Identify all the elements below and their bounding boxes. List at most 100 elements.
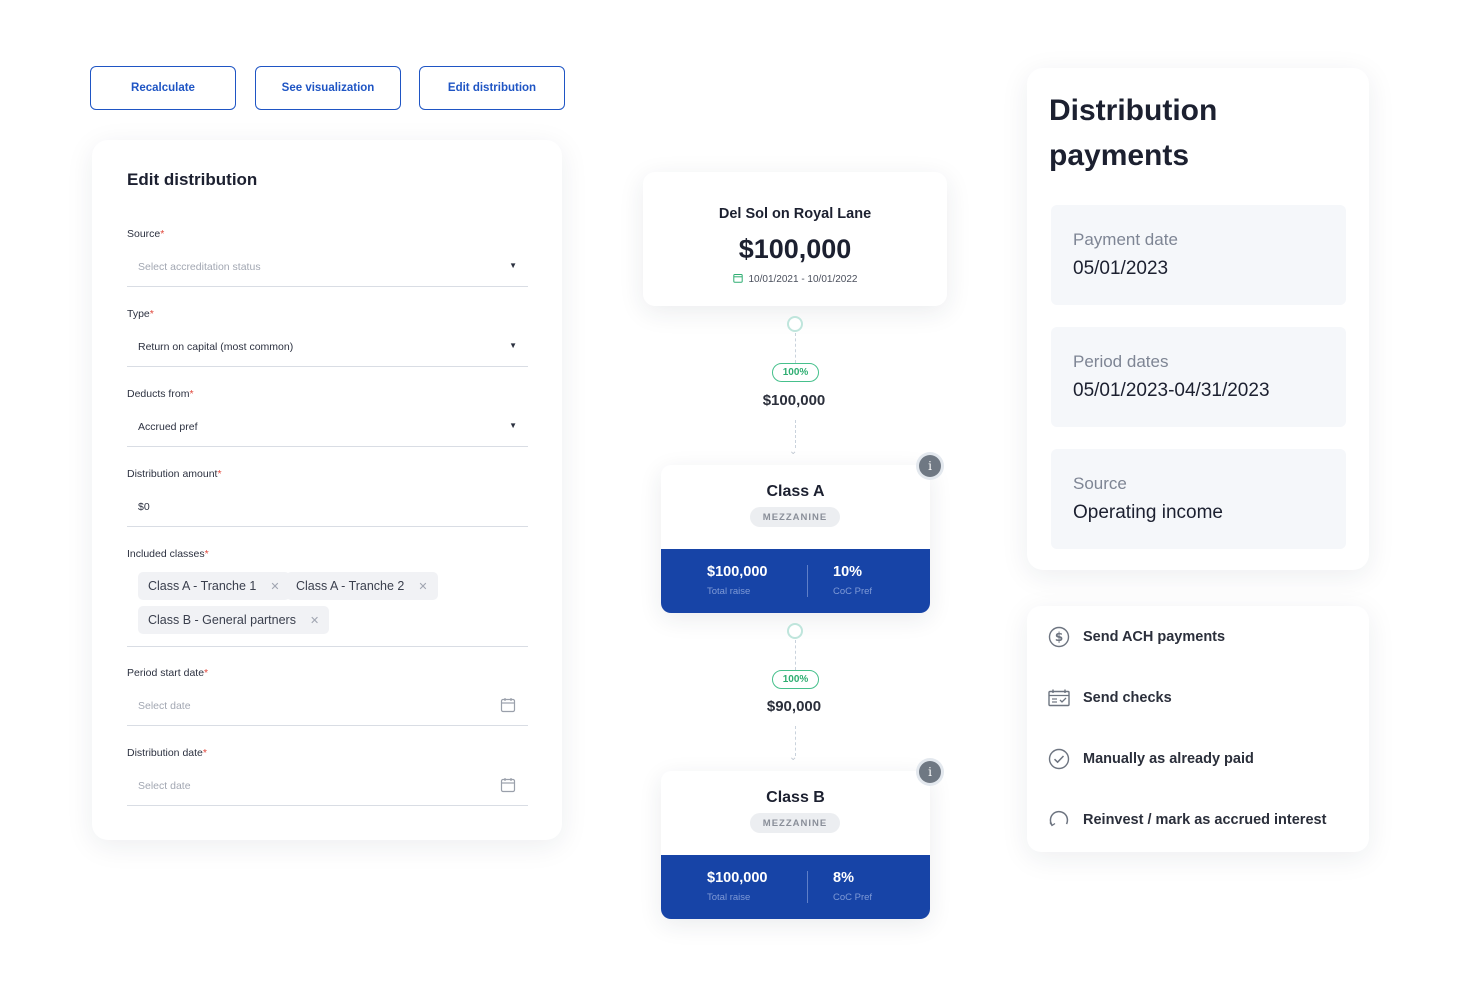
- source-label: Source*: [127, 228, 165, 240]
- action-label: Manually as already paid: [1083, 751, 1254, 767]
- source-box: Source Operating income: [1051, 449, 1346, 549]
- class-chip: Class A - Tranche 2 ✕: [286, 572, 438, 600]
- coc-pref-value: 10%: [833, 564, 863, 580]
- distribution-amount-input[interactable]: $0: [127, 487, 528, 527]
- payment-actions-card: $ Send ACH payments Send checks Manually…: [1027, 606, 1369, 852]
- calendar-icon[interactable]: [500, 697, 516, 718]
- bar-divider: [807, 871, 808, 903]
- reinvest-option[interactable]: Reinvest / mark as accrued interest: [1047, 805, 1357, 835]
- action-label: Send checks: [1083, 690, 1172, 706]
- class-summary-bar: $100,000 Total raise 8% CoC Pref: [661, 855, 930, 919]
- total-raise-label: Total raise: [707, 586, 751, 597]
- coc-pref-label: CoC Pref: [833, 892, 873, 903]
- deal-amount: $100,000: [738, 234, 852, 264]
- class-tag: MEZZANINE: [750, 813, 840, 833]
- distribution-date-placeholder: Select date: [138, 780, 191, 792]
- source-label: Source: [1073, 474, 1127, 493]
- payment-date-box: Payment date 05/01/2023: [1051, 205, 1346, 305]
- flow-connector-line: [795, 333, 796, 363]
- payment-date-label: Payment date: [1073, 230, 1178, 249]
- period-start-date-input[interactable]: Select date: [127, 686, 528, 726]
- flow-node-circle: [787, 623, 803, 639]
- percent-badge: 100%: [772, 670, 819, 689]
- calendar-icon[interactable]: [500, 777, 516, 798]
- class-a-card[interactable]: Class A MEZZANINE $100,000 Total raise 1…: [661, 465, 930, 613]
- percent-badge: 100%: [772, 363, 819, 382]
- deal-card: Del Sol on Royal Lane $100,000 10/01/202…: [643, 172, 947, 306]
- source-select[interactable]: Select accreditation status ▼: [127, 247, 528, 287]
- calendar-icon: [732, 273, 743, 286]
- see-visualization-button[interactable]: See visualization: [255, 66, 401, 110]
- arrow-down-icon: ⌄: [789, 446, 798, 457]
- coc-pref-value: 8%: [833, 870, 854, 886]
- check-circle-icon: [1047, 748, 1070, 771]
- coc-pref-label: CoC Pref: [833, 586, 873, 597]
- type-value: Return on capital (most common): [138, 341, 294, 353]
- class-name: Class B: [766, 789, 825, 806]
- send-checks-option[interactable]: Send checks: [1047, 683, 1357, 713]
- distribution-date-label: Distribution date*: [127, 747, 207, 759]
- source-placeholder: Select accreditation status: [138, 261, 261, 273]
- svg-text:$: $: [1054, 630, 1062, 644]
- action-label: Reinvest / mark as accrued interest: [1083, 812, 1327, 828]
- dollar-circle-icon: $: [1047, 626, 1070, 649]
- action-label: Send ACH payments: [1083, 629, 1226, 645]
- class-summary-bar: $100,000 Total raise 10% CoC Pref: [661, 549, 930, 613]
- send-ach-payments-option[interactable]: $ Send ACH payments: [1047, 622, 1357, 652]
- edit-distribution-card: Edit distribution Source* Select accredi…: [92, 140, 562, 840]
- deal-name: Del Sol on Royal Lane: [718, 206, 872, 222]
- chevron-down-icon: ▼: [509, 421, 517, 430]
- total-raise-value: $100,000: [707, 564, 768, 580]
- class-b-card[interactable]: Class B MEZZANINE $100,000 Total raise 8…: [661, 771, 930, 919]
- class-name: Class A: [766, 483, 825, 500]
- info-icon[interactable]: i: [919, 761, 941, 783]
- distribution-payments-card: Distribution payments Payment date 05/01…: [1027, 68, 1369, 570]
- flow-amount: $90,000: [766, 698, 822, 715]
- class-chip: Class A - Tranche 1 ✕: [138, 572, 290, 600]
- type-select[interactable]: Return on capital (most common) ▼: [127, 327, 528, 367]
- remove-chip-icon[interactable]: ✕: [310, 614, 319, 627]
- included-classes-label: Included classes*: [127, 548, 209, 560]
- class-chip: Class B - General partners ✕: [138, 606, 330, 634]
- distribution-amount-label: Distribution amount*: [127, 468, 222, 480]
- deal-dates-text: 10/01/2021 - 10/01/2022: [748, 274, 858, 285]
- flow-amount: $100,000: [762, 392, 826, 409]
- type-label: Type*: [127, 308, 154, 320]
- edit-distribution-button[interactable]: Edit distribution: [419, 66, 565, 110]
- remove-chip-icon[interactable]: ✕: [270, 580, 279, 593]
- refresh-icon: [1047, 809, 1070, 832]
- bar-divider: [807, 565, 808, 597]
- deducts-from-value: Accrued pref: [138, 421, 198, 433]
- period-dates-label: Period dates: [1073, 352, 1169, 371]
- edit-distribution-title: Edit distribution: [127, 170, 258, 189]
- class-tag: MEZZANINE: [750, 507, 840, 527]
- period-start-date-label: Period start date*: [127, 667, 209, 679]
- distribution-date-input[interactable]: Select date: [127, 766, 528, 806]
- check-payment-icon: [1047, 687, 1070, 710]
- deducts-from-label: Deducts from*: [127, 388, 194, 400]
- recalculate-button[interactable]: Recalculate: [90, 66, 236, 110]
- chip-label: Class A - Tranche 2: [296, 579, 405, 593]
- source-value: Operating income: [1073, 502, 1223, 523]
- flow-connector-line: [795, 640, 796, 670]
- distribution-payments-title: Distribution payments: [1049, 94, 1218, 172]
- period-dates-value: 05/01/2023-04/31/2023: [1073, 380, 1270, 401]
- flow-connector-line: [795, 420, 796, 448]
- chevron-down-icon: ▼: [509, 341, 517, 350]
- arrow-down-icon: ⌄: [789, 752, 798, 763]
- distribution-amount-value: $0: [138, 501, 150, 513]
- remove-chip-icon[interactable]: ✕: [418, 580, 427, 593]
- chip-label: Class B - General partners: [148, 613, 296, 627]
- deal-dates: 10/01/2021 - 10/01/2022: [643, 273, 947, 286]
- payment-date-value: 05/01/2023: [1073, 258, 1169, 279]
- chip-label: Class A - Tranche 1: [148, 579, 257, 593]
- info-icon[interactable]: i: [919, 455, 941, 477]
- period-start-date-placeholder: Select date: [138, 700, 191, 712]
- manually-paid-option[interactable]: Manually as already paid: [1047, 744, 1357, 774]
- total-raise-label: Total raise: [707, 892, 751, 903]
- included-classes-field[interactable]: Class A - Tranche 1 ✕ Class A - Tranche …: [127, 565, 528, 647]
- total-raise-value: $100,000: [707, 870, 768, 886]
- deducts-from-select[interactable]: Accrued pref ▼: [127, 407, 528, 447]
- period-dates-box: Period dates 05/01/2023-04/31/2023: [1051, 327, 1346, 427]
- flow-node-circle: [787, 316, 803, 332]
